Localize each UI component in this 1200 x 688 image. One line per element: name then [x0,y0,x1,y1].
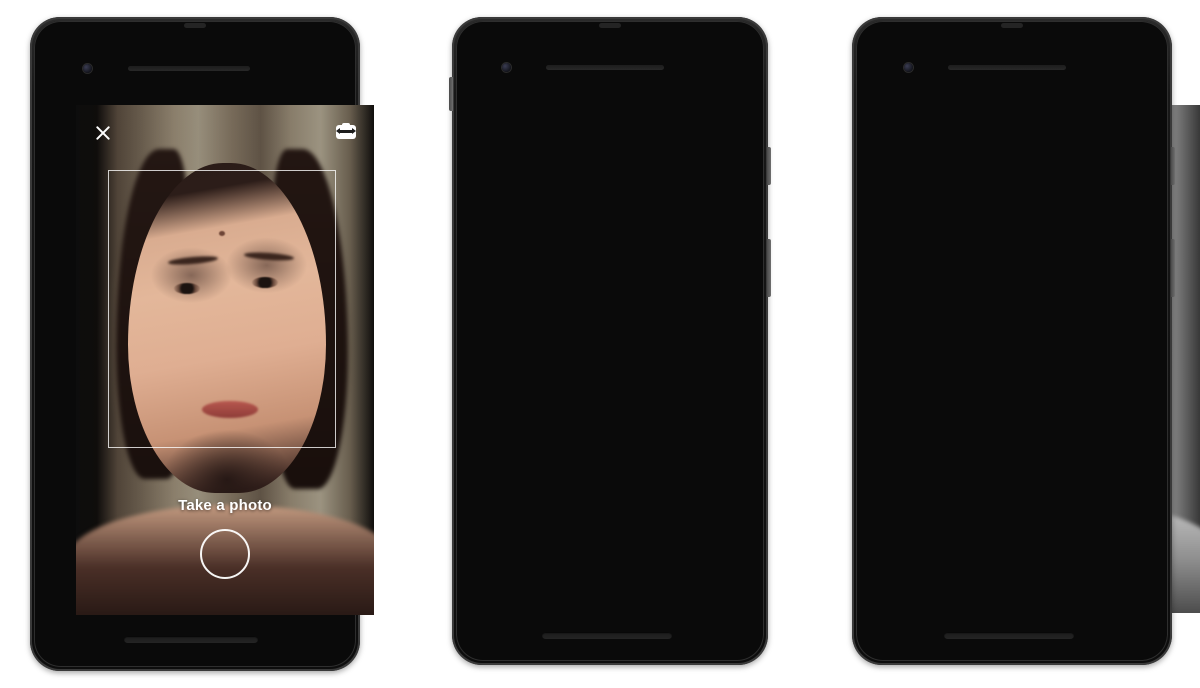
phone3-volume-button[interactable] [1171,239,1175,297]
capture-hint-label: Take a photo [178,497,272,514]
phone3-top-sensor [1001,23,1023,28]
phone1-top-sensor [184,23,206,28]
screenshot-stage: Take a photo [0,0,1200,688]
phone2-bottom-speaker [542,632,672,639]
flip-camera-arrow [336,128,356,134]
camera-screen: Take a photo [76,105,374,615]
shutter-button[interactable] [200,529,250,579]
phone2-power-button[interactable] [767,147,771,185]
phone1-front-camera-icon [83,64,92,73]
camera-top-bar [76,105,374,163]
flip-camera-icon[interactable] [336,123,356,139]
phone3-earpiece [948,65,1066,70]
phone1-earpiece [128,66,250,71]
phone3-power-button[interactable] [1171,147,1175,185]
phone3-front-camera-icon [904,63,913,72]
phone3-bezel [856,21,1168,661]
phone-device-result: Google Arts & Culture [852,17,1175,665]
phone2-bezel [456,21,764,661]
phone2-top-sensor [599,23,621,28]
face-detection-frame [108,170,336,448]
phone-device-camera: Take a photo [30,17,374,671]
phone1-bottom-speaker [124,636,258,643]
phone2-left-button[interactable] [449,77,453,111]
phone2-volume-button[interactable] [767,239,771,297]
phone-device-scanning: CANCEL [449,17,1200,665]
phone3-bottom-speaker [944,632,1074,639]
phone2-earpiece [546,65,664,70]
close-icon[interactable] [94,124,112,142]
phone2-front-camera-icon [502,63,511,72]
